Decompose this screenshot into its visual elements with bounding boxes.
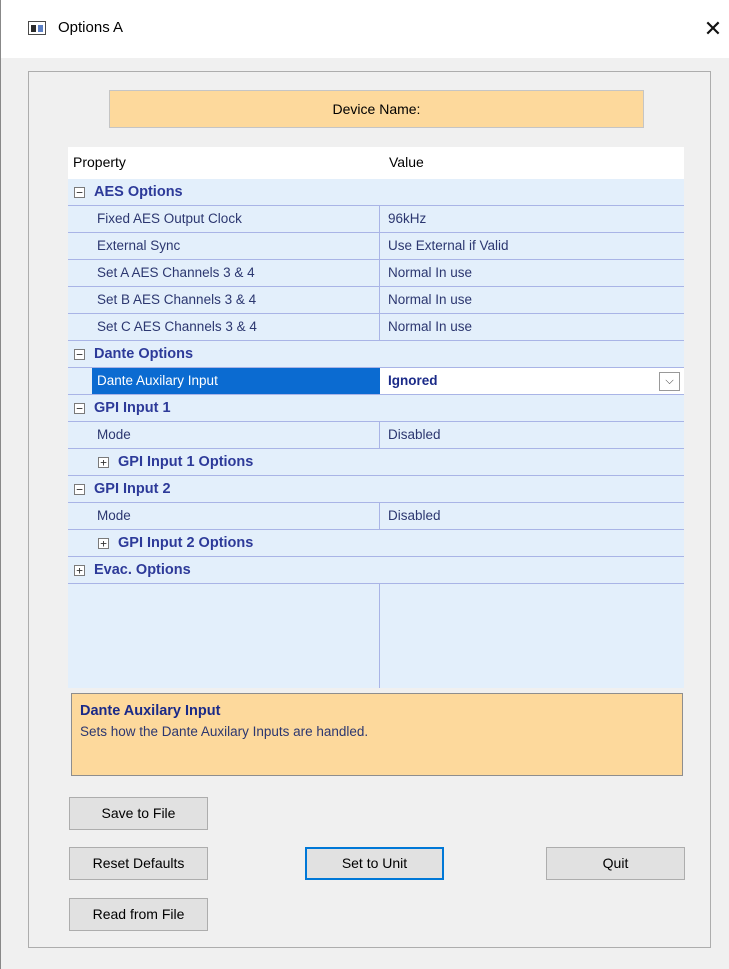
property-name: Set B AES Channels 3 & 4: [97, 292, 257, 307]
category-dante-options[interactable]: − Dante Options: [68, 341, 684, 368]
category-gpi-input-1[interactable]: − GPI Input 1: [68, 395, 684, 422]
property-row[interactable]: External Sync Use External if Valid: [68, 233, 684, 260]
subcategory-label: GPI Input 1 Options: [118, 454, 254, 470]
collapse-icon[interactable]: −: [74, 349, 85, 360]
category-aes-options[interactable]: − AES Options: [68, 179, 684, 206]
property-row[interactable]: Set B AES Channels 3 & 4 Normal In use: [68, 287, 684, 314]
category-label: GPI Input 2: [94, 481, 171, 497]
help-panel: Dante Auxilary Input Sets how the Dante …: [71, 693, 683, 776]
property-value[interactable]: 96kHz: [388, 211, 426, 226]
set-to-unit-button[interactable]: Set to Unit: [305, 847, 444, 880]
category-label: Dante Options: [94, 346, 194, 362]
property-name: Dante Auxilary Input: [97, 373, 218, 388]
expand-icon[interactable]: +: [98, 538, 109, 549]
reset-defaults-button[interactable]: Reset Defaults: [69, 847, 208, 880]
app-icon: [28, 21, 46, 35]
property-value[interactable]: Normal In use: [388, 265, 472, 280]
property-row[interactable]: Set A AES Channels 3 & 4 Normal In use: [68, 260, 684, 287]
quit-button[interactable]: Quit: [546, 847, 685, 880]
collapse-icon[interactable]: −: [74, 484, 85, 495]
property-name: Set A AES Channels 3 & 4: [97, 265, 255, 280]
property-value[interactable]: Disabled: [388, 427, 441, 442]
property-row[interactable]: Mode Disabled: [68, 422, 684, 449]
property-name: Fixed AES Output Clock: [97, 211, 242, 226]
help-description: Sets how the Dante Auxilary Inputs are h…: [80, 724, 369, 739]
window-title: Options A: [58, 19, 124, 36]
grid-header: Property Value: [68, 147, 684, 179]
property-row[interactable]: Fixed AES Output Clock 96kHz: [68, 206, 684, 233]
subcategory-gpi-input-2-options[interactable]: + GPI Input 2 Options: [68, 530, 684, 557]
property-row[interactable]: Set C AES Channels 3 & 4 Normal In use: [68, 314, 684, 341]
dropdown-value[interactable]: Ignored: [388, 373, 438, 388]
help-title: Dante Auxilary Input: [80, 703, 221, 719]
category-label: AES Options: [94, 184, 183, 200]
chevron-down-icon[interactable]: ⌵: [659, 372, 680, 391]
read-from-file-button[interactable]: Read from File: [69, 898, 208, 931]
save-to-file-button[interactable]: Save to File: [69, 797, 208, 830]
property-value[interactable]: Normal In use: [388, 319, 472, 334]
expand-icon[interactable]: +: [74, 565, 85, 576]
options-window: Options A ✕ Device Name: Property Value …: [0, 0, 729, 969]
selected-property-name[interactable]: Dante Auxilary Input: [92, 368, 380, 394]
value-dropdown[interactable]: Ignored: [380, 368, 684, 394]
column-divider: [379, 584, 380, 688]
expand-icon[interactable]: +: [98, 457, 109, 468]
property-value[interactable]: Normal In use: [388, 292, 472, 307]
property-name: Set C AES Channels 3 & 4: [97, 319, 257, 334]
property-value[interactable]: Use External if Valid: [388, 238, 509, 253]
property-name: Mode: [97, 427, 131, 442]
header-property: Property: [73, 154, 126, 170]
subcategory-gpi-input-1-options[interactable]: + GPI Input 1 Options: [68, 449, 684, 476]
title-bar: Options A ✕: [1, 0, 729, 58]
category-label: Evac. Options: [94, 562, 191, 578]
property-name: External Sync: [97, 238, 181, 253]
category-label: GPI Input 1: [94, 400, 171, 416]
property-value[interactable]: Disabled: [388, 508, 441, 523]
property-row-selected[interactable]: Dante Auxilary Input Ignored ⌵: [68, 368, 684, 395]
close-button[interactable]: ✕: [701, 14, 725, 44]
header-value: Value: [389, 154, 424, 170]
device-name-label: Device Name:: [109, 90, 644, 128]
property-name: Mode: [97, 508, 131, 523]
property-grid[interactable]: Property Value − AES Options Fixed AES O…: [68, 147, 684, 688]
subcategory-label: GPI Input 2 Options: [118, 535, 254, 551]
collapse-icon[interactable]: −: [74, 403, 85, 414]
category-evac-options[interactable]: + Evac. Options: [68, 557, 684, 584]
category-gpi-input-2[interactable]: − GPI Input 2: [68, 476, 684, 503]
property-row[interactable]: Mode Disabled: [68, 503, 684, 530]
collapse-icon[interactable]: −: [74, 187, 85, 198]
